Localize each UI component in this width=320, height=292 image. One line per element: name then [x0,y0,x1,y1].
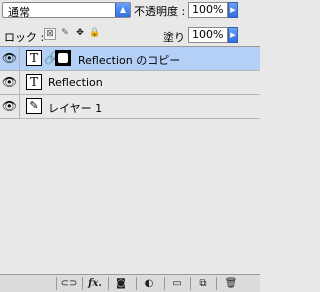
layers-bottom-bar: ⊂⊃ fx. ◙ ◐ ▭ ⧉ 🗑 [0,274,260,292]
text-layer-icon: T [26,74,42,90]
opacity-slider-arrow-icon[interactable]: ▶ [228,2,238,18]
layer-mask-icon[interactable] [55,50,71,66]
new-layer-icon[interactable]: ⧉ [194,276,212,291]
lock-paint-icon[interactable]: ✎ [59,28,71,40]
eye-icon[interactable]: 👁 [0,47,20,70]
layer-row-reflection-copy[interactable]: 👁 T 🔗 Reflection のコピー [0,47,260,71]
lock-label: ロック : [4,31,45,44]
trash-icon[interactable]: 🗑 [222,276,240,291]
fill-slider-arrow-icon[interactable]: ▶ [228,27,238,43]
text-layer-icon: T [26,50,42,66]
add-layer-style-button[interactable]: fx. [86,276,104,291]
eye-icon[interactable]: 👁 [0,71,20,94]
blend-mode-select[interactable]: 通常 ▲ [2,2,131,19]
opacity-field[interactable]: 100% [188,2,228,18]
layer-row-reflection[interactable]: 👁 T Reflection [0,71,260,95]
brush-icon: ✎ [26,98,42,114]
new-group-folder-icon[interactable]: ▭ [168,276,186,291]
lock-move-icon[interactable]: ✥ [74,28,86,40]
chevron-updown-icon: ▲ [115,3,130,17]
layer-name: Reflection [48,76,103,89]
lock-all-icon[interactable]: 🔒 [89,28,101,40]
fill-field[interactable]: 100% [188,27,228,43]
link-layers-icon[interactable]: ⊂⊃ [60,276,78,291]
layer-row-layer-1[interactable]: 👁 ✎ レイヤー 1 [0,95,260,119]
adjustment-layer-icon[interactable]: ◐ [140,276,158,291]
lock-transparent-icon[interactable]: ⊠ [44,28,56,40]
layer-name: Reflection のコピー [78,54,181,67]
layer-name: レイヤー 1 [48,102,103,115]
layers-list: 👁 T 🔗 Reflection のコピー 👁 T Reflection 👁 ✎… [0,46,260,275]
blend-mode-value: 通常 [8,6,30,19]
add-mask-icon[interactable]: ◙ [112,276,130,291]
eye-icon[interactable]: 👁 [0,95,20,118]
opacity-label: 不透明度 : [134,5,186,18]
